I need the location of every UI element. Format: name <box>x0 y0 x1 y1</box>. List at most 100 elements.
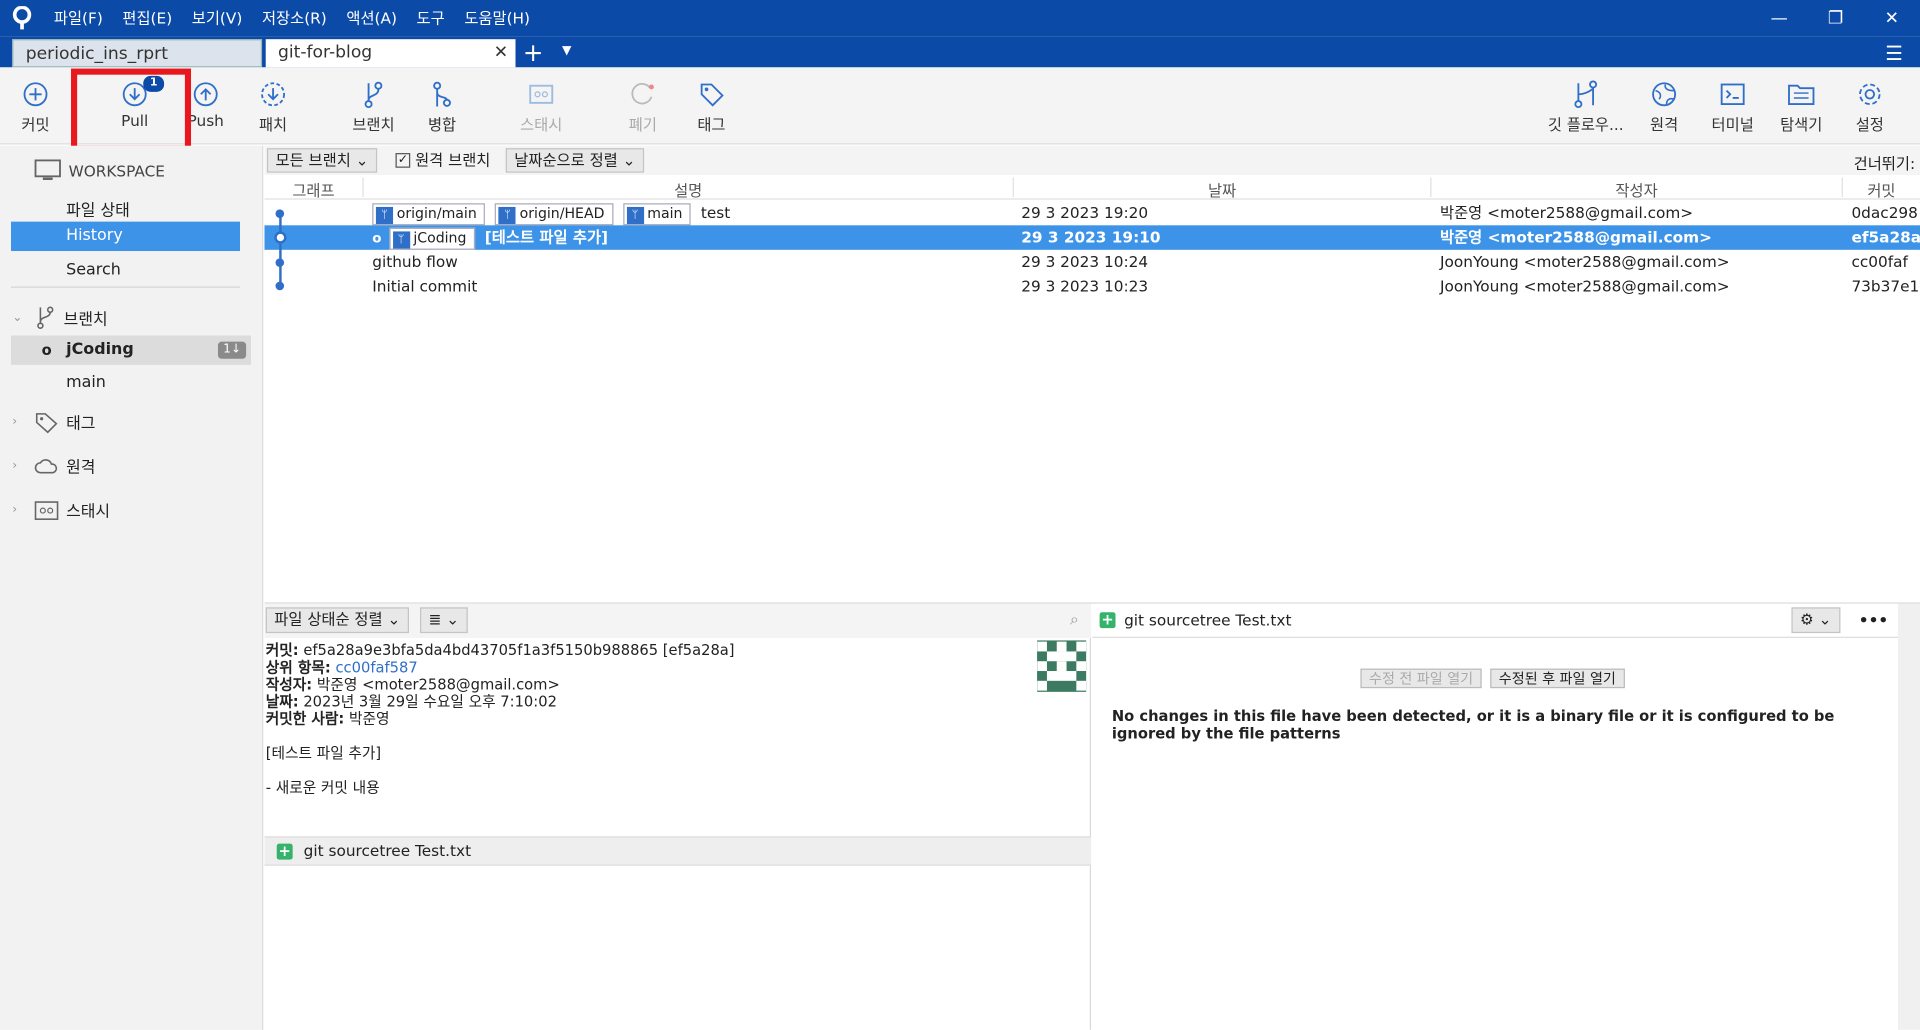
branch-tag: ᛘ main <box>622 203 692 226</box>
table-row-selected[interactable]: o ᛘ jCoding [테스트 파일 추가] 29 3 2023 19:10 박준영… <box>264 225 1920 251</box>
diff-settings-dropdown[interactable]: ⚙ ⌄ <box>1791 607 1841 634</box>
discard-icon <box>609 77 678 111</box>
column-description[interactable]: 설명 <box>364 177 1014 200</box>
commit-details-pane: 파일 상태순 정렬 ⌄ ≣ ⌄ ⌕ 커밋: ef5a28a9e3bfa5da4b… <box>264 603 1092 1030</box>
tab-dropdown-icon[interactable]: ▼ <box>562 44 571 57</box>
all-branches-dropdown[interactable]: 모든 브랜치 ⌄ <box>266 148 378 173</box>
branch-icon <box>339 77 408 111</box>
restore-button[interactable]: ❐ <box>1807 0 1863 37</box>
remote-branches-checkbox[interactable]: ✓ 원격 브랜치 <box>395 148 490 172</box>
commit-icon <box>1 77 70 111</box>
search-icon[interactable]: ⌕ <box>1070 611 1079 629</box>
branch-button[interactable]: 브랜치 <box>339 77 408 135</box>
tag-label: 태그 <box>697 115 726 134</box>
discard-button[interactable]: 폐기 <box>609 77 678 135</box>
more-options-icon[interactable]: ••• <box>1859 604 1888 638</box>
tab-periodic-ins-rprt[interactable]: periodic_ins_rprt <box>12 39 263 68</box>
chevron-down-icon: ⌄ <box>446 609 460 629</box>
menu-file[interactable]: 파일(F) <box>44 0 113 37</box>
view-mode-dropdown[interactable]: ≣ ⌄ <box>420 607 468 634</box>
column-author[interactable]: 작성자 <box>1431 177 1843 200</box>
menu-actions[interactable]: 액션(A) <box>337 0 407 37</box>
chevron-down-icon: ⌄ <box>622 150 636 169</box>
behind-count-badge: 1↓ <box>218 341 247 359</box>
author-cell: 박준영 <moter2588@gmail.com> <box>1440 227 1712 247</box>
open-after-file-button[interactable]: 수정된 후 파일 열기 <box>1490 668 1625 689</box>
head-marker-icon: o <box>372 230 382 247</box>
workspace-label: WORKSPACE <box>68 161 165 180</box>
date-cell: 29 3 2023 19:20 <box>1021 203 1149 222</box>
current-branch-marker-icon: o <box>41 341 52 359</box>
patch-icon <box>239 77 308 111</box>
commit-table-header: 그래프 설명 날짜 작성자 커밋 <box>264 175 1920 200</box>
close-tab-icon[interactable]: ✕ <box>494 39 508 67</box>
description-cell: o ᛘ jCoding [테스트 파일 추가] <box>372 225 608 251</box>
diff-scrollbar[interactable] <box>1897 603 1920 1030</box>
parent-link[interactable]: cc00faf587 <box>335 659 417 676</box>
commit-button[interactable]: 커밋 <box>1 77 70 135</box>
branches-label: 브랜치 <box>63 310 108 329</box>
table-row[interactable]: ᛘ origin/main ᛘ origin/HEAD ᛘ main test 29 3 2… <box>264 201 1920 226</box>
dropdown-label: 날짜순으로 정렬 <box>514 150 618 169</box>
stash-button[interactable]: 스태시 <box>507 77 576 135</box>
column-commit[interactable]: 커밋 <box>1843 178 1920 199</box>
added-file-icon: + <box>1099 611 1116 629</box>
explorer-button[interactable]: 탐색기 <box>1767 77 1836 135</box>
sort-dropdown[interactable]: 날짜순으로 정렬 ⌄ <box>505 148 645 173</box>
dropdown-label: 모든 브랜치 <box>275 150 351 169</box>
committer-label: 커밋한 사람: <box>265 710 345 728</box>
tab-git-for-blog[interactable]: git-for-blog ✕ <box>265 39 516 68</box>
menu-repository[interactable]: 저장소(R) <box>252 0 336 37</box>
settings-button[interactable]: 설정 <box>1836 77 1905 135</box>
open-before-file-button[interactable]: 수정 전 파일 열기 <box>1360 668 1482 689</box>
monitor-icon <box>34 159 61 181</box>
table-row[interactable]: Initial commit 29 3 2023 10:23 JoonYoung… <box>264 274 1920 298</box>
minimize-button[interactable]: — <box>1751 0 1807 37</box>
tags-section[interactable]: › 태그 <box>12 410 275 433</box>
remote-label: 원격 <box>1649 115 1679 134</box>
hamburger-menu-icon[interactable]: ☰ <box>1885 42 1903 65</box>
menu-tools[interactable]: 도구 <box>407 0 455 37</box>
remote-button[interactable]: 원격 <box>1630 77 1699 135</box>
git-flow-icon <box>1543 77 1629 111</box>
close-window-button[interactable]: ✕ <box>1864 0 1920 37</box>
workspace-header: WORKSPACE <box>34 159 297 181</box>
chevron-down-icon: ⌄ <box>355 150 369 169</box>
column-date[interactable]: 날짜 <box>1014 177 1432 200</box>
merge-button[interactable]: 병합 <box>408 77 477 135</box>
remotes-label: 원격 <box>66 459 96 478</box>
new-tab-icon[interactable]: + <box>523 39 544 66</box>
changed-file-row[interactable]: + git sourcetree Test.txt <box>264 836 1092 866</box>
remotes-section[interactable]: › 원격 <box>12 454 275 478</box>
table-row[interactable]: github flow 29 3 2023 10:24 JoonYoung <m… <box>264 250 1920 274</box>
branch-icon <box>37 306 54 329</box>
commit-message-body: - 새로운 커밋 내용 <box>265 778 380 796</box>
commit-label: 커밋 <box>21 115 50 134</box>
tag-label: origin/main <box>396 204 477 222</box>
graph-node-head <box>274 231 287 244</box>
stashes-section[interactable]: › 스태시 <box>12 498 275 522</box>
sidebar-item-history[interactable]: History <box>11 221 241 252</box>
git-flow-button[interactable]: 깃 플로우... <box>1543 77 1629 135</box>
menu-help[interactable]: 도움말(H) <box>455 0 540 37</box>
terminal-button[interactable]: 터미널 <box>1698 77 1767 135</box>
avatar <box>1037 640 1087 692</box>
chevron-right-icon: › <box>12 459 18 473</box>
hash-cell: 73b37e1 <box>1851 276 1920 296</box>
menu-view[interactable]: 보기(V) <box>182 0 252 37</box>
diff-header: + git sourcetree Test.txt ⚙ ⌄ ••• <box>1092 604 1898 638</box>
file-sort-dropdown[interactable]: 파일 상태순 정렬 ⌄ <box>265 607 409 634</box>
tags-label: 태그 <box>66 415 96 434</box>
sidebar-item-branch-jcoding[interactable]: o jCoding 1↓ <box>11 335 252 365</box>
branch-icon: ᛘ <box>392 231 410 249</box>
tab-label: periodic_ins_rprt <box>25 44 168 64</box>
menu-edit[interactable]: 편집(E) <box>113 0 182 37</box>
sidebar-item-branch-main[interactable]: main <box>66 373 329 391</box>
merge-icon <box>408 77 477 111</box>
column-graph[interactable]: 그래프 <box>264 177 364 200</box>
tag-button[interactable]: 태그 <box>677 77 746 135</box>
patch-button[interactable]: 패치 <box>239 77 308 135</box>
gear-icon: ⚙ <box>1800 609 1814 629</box>
branches-section[interactable]: ⌄ 브랜치 <box>12 305 275 329</box>
tag-label: jCoding <box>413 228 467 247</box>
